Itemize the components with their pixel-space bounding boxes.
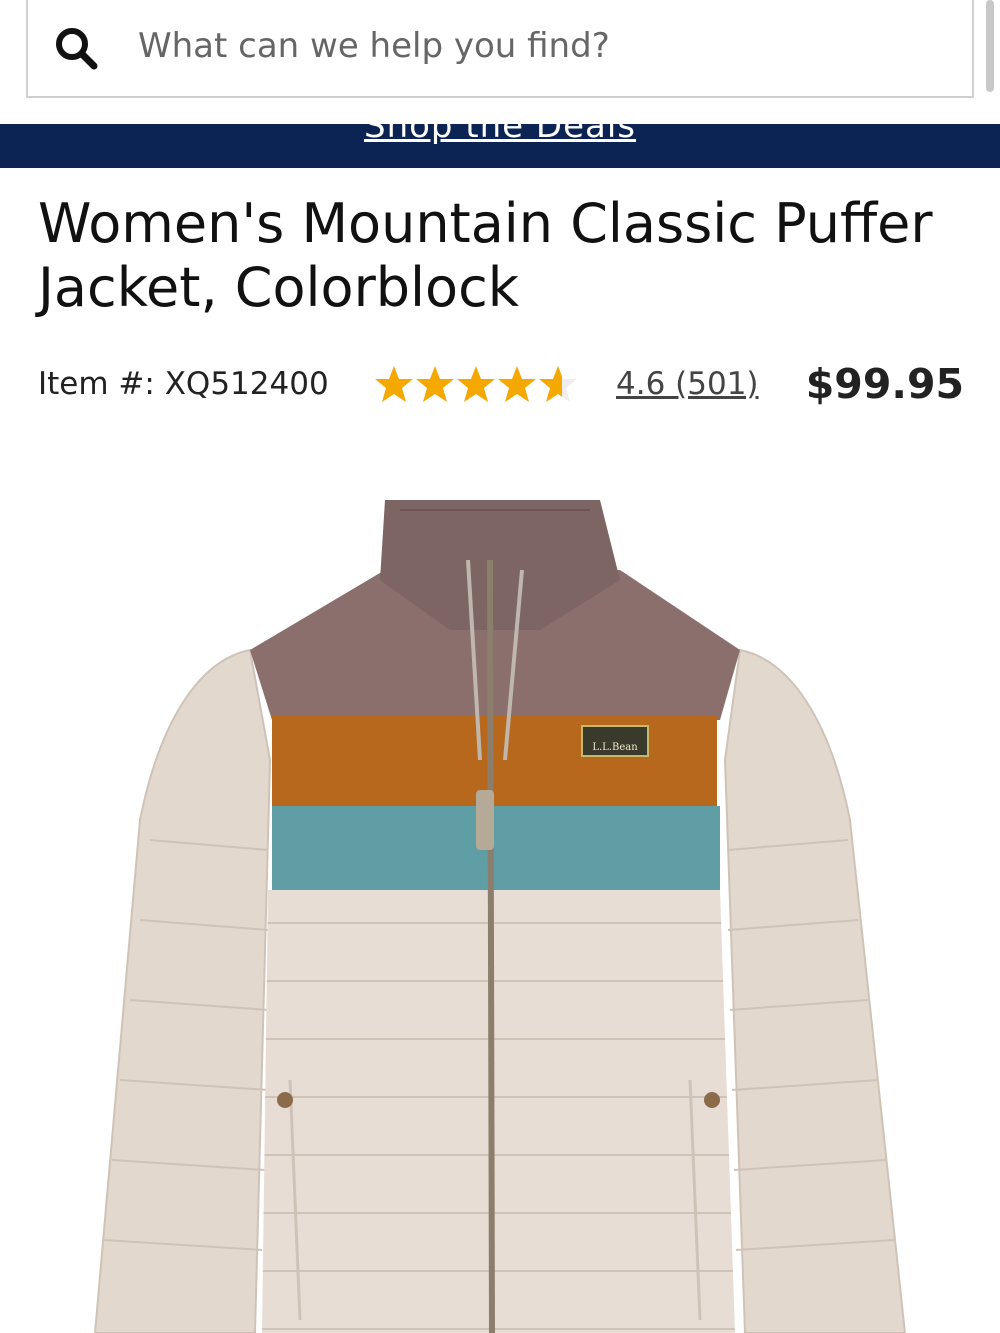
scrollbar[interactable] — [986, 0, 994, 92]
right-sleeve — [723, 648, 907, 1333]
stripe-orange — [272, 716, 717, 806]
promo-bar: Shop the Deals — [0, 124, 1000, 168]
product-image[interactable]: L.L.Bean — [0, 460, 1000, 1333]
rating-star-icon — [539, 366, 577, 402]
zipper — [487, 559, 495, 1333]
item-number: Item #: XQ512400 — [38, 366, 329, 402]
product-meta-row: Item #: XQ512400 4.6 (501) $99.95 — [38, 360, 968, 412]
rating-stars[interactable] — [374, 362, 579, 406]
zipper-pull — [476, 790, 494, 850]
stripe-teal — [272, 806, 720, 892]
left-snap — [277, 1092, 293, 1108]
rating-star-icon — [416, 366, 454, 402]
left-sleeve — [93, 648, 272, 1333]
right-snap — [704, 1092, 720, 1108]
shop-deals-link[interactable]: Shop the Deals — [0, 124, 1000, 146]
rating-star-icon — [457, 366, 495, 402]
search-input[interactable] — [138, 18, 938, 74]
rating-star-icon — [498, 366, 536, 402]
rating-reviews-link[interactable]: 4.6 (501) — [616, 366, 759, 402]
product-title: Women's Mountain Classic Puffer Jacket, … — [38, 192, 933, 319]
search-bar — [0, 0, 1000, 124]
search-icon[interactable] — [52, 24, 100, 72]
brand-logo-text: L.L.Bean — [592, 742, 638, 753]
rating-star-icon — [375, 366, 413, 402]
product-price: $99.95 — [805, 360, 964, 408]
